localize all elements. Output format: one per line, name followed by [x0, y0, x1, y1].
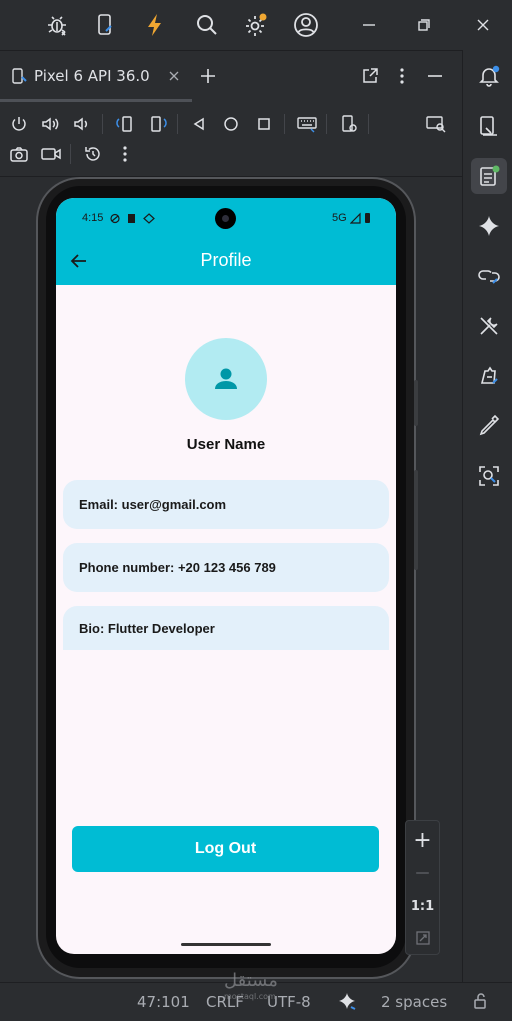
zoom-in-button[interactable]: +: [406, 825, 439, 855]
screen-search-icon[interactable]: [423, 111, 449, 137]
status-time: 4:15: [82, 212, 104, 224]
zoom-fit-icon[interactable]: [406, 925, 439, 951]
zoom-out-button[interactable]: —: [406, 859, 439, 887]
camera-icon[interactable]: [6, 141, 32, 167]
email-text: Email: user@gmail.com: [79, 497, 227, 512]
zoom-panel: + — 1:1: [405, 820, 440, 955]
main-toolbar: [0, 0, 512, 51]
phone-text: Phone number: +20 123 456 789: [79, 560, 276, 575]
email-card: Email: user@gmail.com: [63, 480, 389, 529]
right-tool-rail: [462, 50, 512, 982]
divider: [102, 114, 103, 134]
more-actions-icon[interactable]: [112, 141, 138, 167]
debug-bug-icon[interactable]: [42, 10, 72, 40]
device-settings-icon[interactable]: [336, 111, 362, 137]
search-icon[interactable]: [192, 10, 222, 40]
restore-icon[interactable]: [409, 10, 439, 40]
status-network: 5G: [332, 212, 347, 224]
bio-card: Bio: Flutter Developer: [63, 606, 389, 650]
power-icon[interactable]: [6, 111, 32, 137]
app-quality-insights-icon[interactable]: [471, 358, 507, 394]
snapshot-restore-icon[interactable]: [80, 141, 106, 167]
volume-up-icon[interactable]: [38, 111, 64, 137]
divider: [326, 114, 327, 134]
divider: [284, 114, 285, 134]
add-tab-icon[interactable]: [199, 67, 217, 85]
person-icon: [215, 368, 237, 389]
avatar: [185, 338, 267, 420]
hide-panel-icon[interactable]: [426, 67, 444, 85]
edit-pencil-icon[interactable]: [471, 408, 507, 444]
app-bar: Profile: [56, 238, 396, 285]
phone-card: Phone number: +20 123 456 789: [63, 543, 389, 592]
device-manager-icon[interactable]: [471, 108, 507, 144]
zoom-actual-size-button[interactable]: 1:1: [406, 893, 439, 919]
lock-icon[interactable]: [472, 992, 490, 1010]
tab-device[interactable]: Pixel 6 API 36.0: [0, 51, 192, 102]
rotate-right-icon[interactable]: [145, 111, 171, 137]
notifications-icon[interactable]: [471, 58, 507, 94]
status-icons-left: [110, 213, 156, 224]
logout-button[interactable]: Log Out: [72, 826, 379, 872]
indent-setting[interactable]: 2 spaces: [381, 993, 447, 1011]
bio-text: Bio: Flutter Developer: [79, 620, 215, 636]
camera-lens: [222, 215, 229, 222]
volume-down-icon[interactable]: [70, 111, 96, 137]
phone-power-button: [414, 380, 418, 426]
back-icon[interactable]: [186, 111, 212, 137]
apply-changes-icon[interactable]: [90, 10, 120, 40]
phone-screen[interactable]: 4:15 5G Profile User Name Email: user@gm…: [56, 198, 396, 954]
flash-icon[interactable]: [140, 10, 170, 40]
android-status-bar: 4:15 5G: [56, 198, 396, 238]
app-links-icon[interactable]: [471, 258, 507, 294]
close-icon[interactable]: [468, 10, 498, 40]
keyboard-icon[interactable]: [294, 111, 320, 137]
gesture-nav-bar[interactable]: [181, 943, 271, 946]
home-icon[interactable]: [218, 111, 244, 137]
tab-close-icon[interactable]: [168, 70, 180, 82]
tab-label: Pixel 6 API 36.0: [34, 67, 150, 85]
more-options-icon[interactable]: [397, 67, 407, 85]
running-devices-icon[interactable]: [471, 158, 507, 194]
watermark-subtext: mostaql.com: [224, 992, 276, 1001]
gemini-sparkle-icon[interactable]: [471, 208, 507, 244]
divider: [177, 114, 178, 134]
signal-battery-icon: [350, 212, 374, 224]
device-icon: [10, 67, 28, 85]
tab-active-indicator: [0, 99, 192, 102]
caret-position[interactable]: 47:101: [137, 993, 190, 1011]
layout-inspector-icon[interactable]: [471, 458, 507, 494]
phone-volume-button: [414, 470, 418, 570]
build-tools-icon[interactable]: [471, 308, 507, 344]
watermark-logo: مستقل: [224, 970, 278, 991]
screen-record-icon[interactable]: [38, 141, 64, 167]
rotate-left-icon[interactable]: [112, 111, 138, 137]
tab-bar: Pixel 6 API 36.0: [0, 51, 462, 102]
account-icon[interactable]: [291, 10, 321, 40]
divider: [368, 114, 369, 134]
ai-sparkle-icon[interactable]: [337, 991, 357, 1011]
page-title: Profile: [200, 250, 252, 270]
overview-icon[interactable]: [251, 111, 277, 137]
open-external-icon[interactable]: [361, 67, 379, 85]
divider: [70, 144, 71, 164]
settings-gear-icon[interactable]: [241, 10, 271, 40]
minimize-icon[interactable]: [354, 10, 384, 40]
user-name: User Name: [186, 436, 266, 453]
